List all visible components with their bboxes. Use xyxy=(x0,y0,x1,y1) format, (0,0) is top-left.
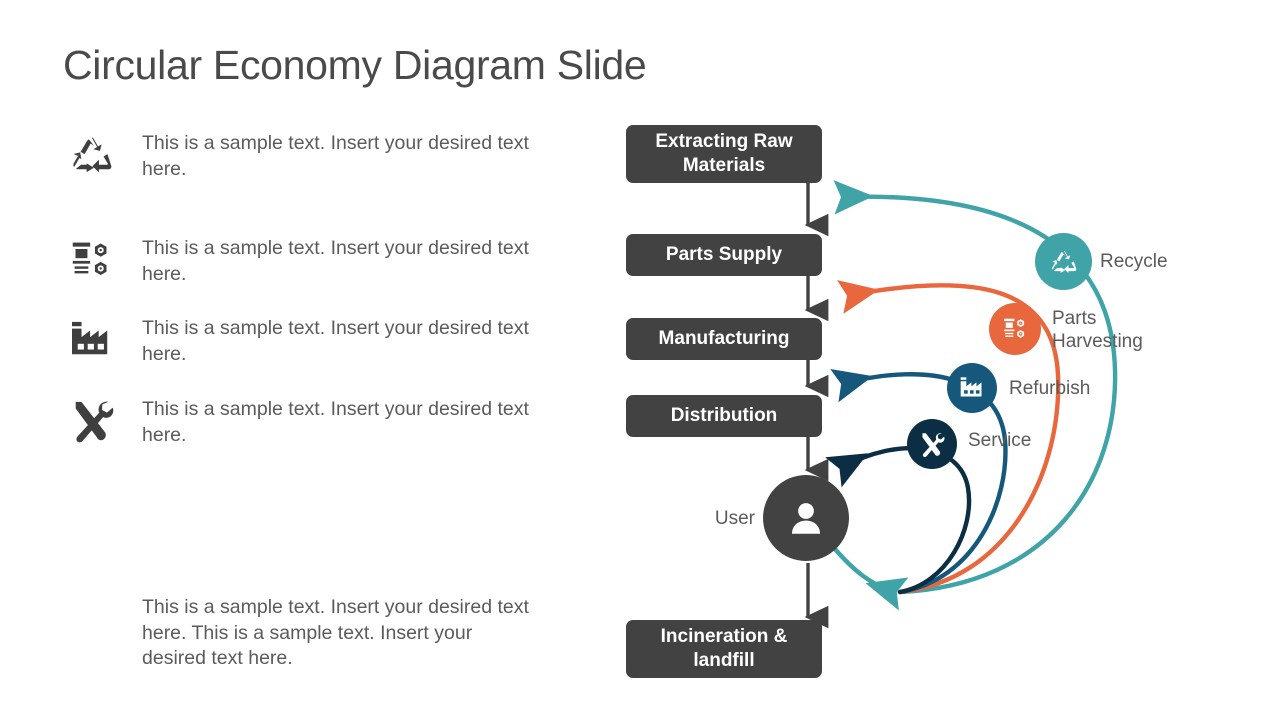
bullet-item-factory: This is a sample text. Insert your desir… xyxy=(63,313,533,373)
user-icon xyxy=(792,503,820,534)
bullet-text: This is a sample text. Insert your desir… xyxy=(142,398,529,446)
cycle-arrow-service xyxy=(825,445,972,595)
flow-box-manufacturing[interactable]: Manufacturing xyxy=(626,318,822,360)
flow-box-parts-supply[interactable]: Parts Supply xyxy=(626,234,822,276)
recycle-icon xyxy=(63,128,121,182)
slide-canvas: Circular Economy Diagram Slide This is a… xyxy=(0,0,1280,720)
flow-box-distribution[interactable]: Distribution xyxy=(626,395,822,437)
parts-harvesting-icon xyxy=(63,233,121,287)
tools-icon xyxy=(63,394,121,448)
flow-box-extracting-raw-materials[interactable]: Extracting Raw Materials xyxy=(626,125,822,183)
tools-icon xyxy=(922,432,945,457)
user-node[interactable] xyxy=(763,475,849,561)
flow-box-incineration-landfill[interactable]: Incineration & landfill xyxy=(626,620,822,678)
bullet-text: This is a sample text. Insert your desir… xyxy=(142,237,529,285)
cycle-label-service: Service xyxy=(968,430,1032,451)
cycle-node-service[interactable] xyxy=(907,419,957,469)
factory-icon xyxy=(63,313,121,367)
bullet-text: This is a sample text. Insert your desir… xyxy=(142,132,529,180)
user-label: User xyxy=(714,508,755,529)
cycle-label-recycle: Recycle xyxy=(1100,251,1168,272)
bullet-item-tools: This is a sample text. Insert your desir… xyxy=(63,394,533,454)
bullet-text: This is a sample text. Insert your desir… xyxy=(142,317,529,365)
recycle-icon xyxy=(1051,250,1076,273)
cycle-node-refurbish[interactable] xyxy=(947,363,997,413)
bullet-item-parts-harvesting: This is a sample text. Insert your desir… xyxy=(63,233,533,293)
factory-icon xyxy=(960,377,981,397)
bullet-item-recycle: This is a sample text. Insert your desir… xyxy=(63,128,533,188)
cycle-node-parts-harvesting[interactable] xyxy=(989,303,1041,355)
cycle-label-refurbish: Refurbish xyxy=(1009,378,1091,399)
bottom-paragraph: This is a sample text. Insert your desir… xyxy=(142,596,529,669)
page-title: Circular Economy Diagram Slide xyxy=(63,42,647,88)
cycle-arrow-user-exit xyxy=(832,546,909,611)
cycle-label-parts-harvesting: Parts Harvesting xyxy=(1052,308,1143,352)
cycle-node-recycle[interactable] xyxy=(1035,233,1092,290)
parts-harvesting-icon xyxy=(1003,318,1024,338)
